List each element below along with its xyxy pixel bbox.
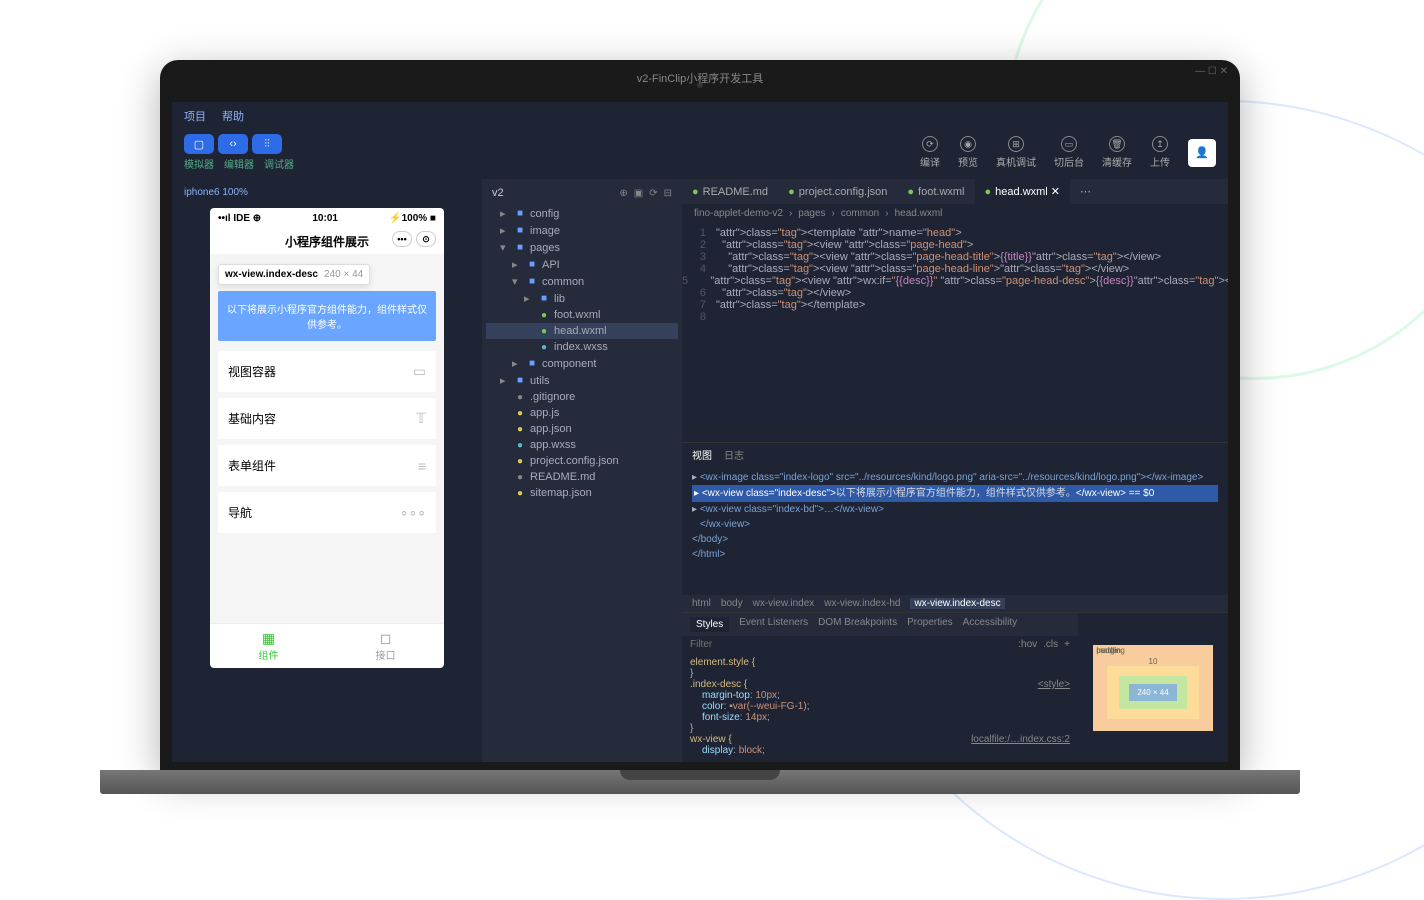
folder-lib[interactable]: ▸■lib xyxy=(486,290,678,307)
folder-config[interactable]: ▸■config xyxy=(486,205,678,222)
dom-crumb[interactable]: html xyxy=(692,598,711,609)
btn-compile[interactable]: ⟳编译 xyxy=(920,136,940,169)
capsule-menu[interactable]: ••• xyxy=(392,231,412,247)
editor-tab[interactable]: ● project.config.json xyxy=(778,179,897,204)
styles-tab[interactable]: DOM Breakpoints xyxy=(818,617,897,632)
simulator-panel: iphone6 100% ••ıl IDE ⊕ 10:01 ⚡100% ■ 小程… xyxy=(172,179,482,762)
file-explorer: v2 ⊕ ▣ ⟳ ⊟ ▸■config▸■image▾■pages▸■API▾■… xyxy=(482,179,682,762)
file-app.json[interactable]: ●app.json xyxy=(486,421,678,437)
editor-tab[interactable]: ● foot.wxml xyxy=(897,179,974,204)
box-model: margin 10 border padding 240 × 44 xyxy=(1078,613,1228,762)
window-title: v2-FinClip小程序开发工具 xyxy=(160,68,1240,88)
pill-debugger[interactable]: ⫶⫶ xyxy=(252,134,282,154)
phone-frame: ••ıl IDE ⊕ 10:01 ⚡100% ■ 小程序组件展示 ••• ⊙ xyxy=(210,208,444,668)
dom-tree[interactable]: ▸ <wx-image class="index-logo" src="../r… xyxy=(682,466,1228,595)
devtools-tab-view[interactable]: 视图 xyxy=(692,447,712,462)
new-file-icon[interactable]: ⊕ xyxy=(619,188,627,199)
devtools-breadcrumbs[interactable]: html body wx-view.index wx-view.index-hd wx-… xyxy=(682,595,1228,612)
folder-pages[interactable]: ▾■pages xyxy=(486,239,678,256)
editor-tab[interactable]: ● head.wxml ✕ xyxy=(975,179,1071,204)
styles-filter-input[interactable] xyxy=(690,639,1012,650)
menubar: 项目 帮助 xyxy=(172,102,1228,130)
folder-utils[interactable]: ▸■utils xyxy=(486,372,678,389)
folder-common[interactable]: ▾■common xyxy=(486,273,678,290)
styles-tab[interactable]: Accessibility xyxy=(963,617,1017,632)
file-project.config.json[interactable]: ●project.config.json xyxy=(486,453,678,469)
phone-title: 小程序组件展示 ••• ⊙ xyxy=(210,229,444,254)
file-sitemap.json[interactable]: ●sitemap.json xyxy=(486,485,678,501)
folder-component[interactable]: ▸■component xyxy=(486,355,678,372)
laptop-frame: v2-FinClip小程序开发工具 — ☐ ✕ 项目 帮助 ▢ ‹› ⫶⫶ 模拟… xyxy=(160,60,1240,794)
devtools-tab-log[interactable]: 日志 xyxy=(724,447,744,462)
new-folder-icon[interactable]: ▣ xyxy=(634,188,643,199)
editor-tab[interactable]: ● README.md xyxy=(682,179,778,204)
app-window: v2-FinClip小程序开发工具 — ☐ ✕ 项目 帮助 ▢ ‹› ⫶⫶ 模拟… xyxy=(172,102,1228,762)
pill-label-sim: 模拟器 xyxy=(184,156,214,171)
tabs-more[interactable]: ⋯ xyxy=(1070,179,1101,204)
phone-tab-components[interactable]: ▦组件 xyxy=(210,624,327,668)
editor-tabs: ● README.md● project.config.json● foot.w… xyxy=(682,179,1228,204)
code-editor[interactable]: 1"attr">class="tag"><template "attr">nam… xyxy=(682,223,1228,442)
sim-menu-item[interactable]: 视图容器▭ xyxy=(218,351,436,392)
file-foot.wxml[interactable]: ●foot.wxml xyxy=(486,307,678,323)
menu-help[interactable]: 帮助 xyxy=(222,108,244,124)
styles-tab[interactable]: Properties xyxy=(907,617,953,632)
collapse-icon[interactable]: ⊟ xyxy=(664,188,672,199)
file-app.wxss[interactable]: ●app.wxss xyxy=(486,437,678,453)
sim-menu-item[interactable]: 导航∘∘∘ xyxy=(218,492,436,533)
window-controls[interactable]: — ☐ ✕ xyxy=(1195,66,1228,77)
breadcrumbs[interactable]: fino-applet-demo-v2›pages›common›head.wx… xyxy=(682,204,1228,223)
styles-tabs[interactable]: Styles Event Listeners DOM Breakpoints Prop… xyxy=(682,613,1078,636)
pill-simulator[interactable]: ▢ xyxy=(184,134,214,154)
dom-crumb[interactable]: body xyxy=(721,598,743,609)
tree-root[interactable]: v2 xyxy=(492,187,504,199)
sim-menu-item[interactable]: 表单组件≡ xyxy=(218,445,436,486)
pill-label-debugger: 调试器 xyxy=(264,156,294,171)
device-info[interactable]: iphone6 100% xyxy=(180,185,474,208)
file-.gitignore[interactable]: ●.gitignore xyxy=(486,389,678,405)
sim-menu-item[interactable]: 基础内容𝕋 xyxy=(218,398,436,439)
inspect-tooltip: wx-view.index-desc 240 × 44 xyxy=(218,264,370,285)
hov-toggle[interactable]: :hov xyxy=(1018,639,1037,650)
file-README.md[interactable]: ●README.md xyxy=(486,469,678,485)
dom-crumb[interactable]: wx-view.index xyxy=(753,598,815,609)
btn-background[interactable]: ▭切后台 xyxy=(1054,136,1084,169)
file-index.wxss[interactable]: ●index.wxss xyxy=(486,339,678,355)
dom-crumb[interactable]: wx-view.index-desc xyxy=(910,598,1004,609)
file-head.wxml[interactable]: ●head.wxml xyxy=(486,323,678,339)
selected-element[interactable]: 以下将展示小程序官方组件能力，组件样式仅供参考。 xyxy=(218,291,436,341)
file-app.js[interactable]: ●app.js xyxy=(486,405,678,421)
folder-image[interactable]: ▸■image xyxy=(486,222,678,239)
cls-toggle[interactable]: .cls xyxy=(1043,639,1058,650)
styles-tab[interactable]: Event Listeners xyxy=(739,617,808,632)
folder-API[interactable]: ▸■API xyxy=(486,256,678,273)
phone-statusbar: ••ıl IDE ⊕ 10:01 ⚡100% ■ xyxy=(210,208,444,229)
refresh-icon[interactable]: ⟳ xyxy=(649,188,657,199)
styles-tab[interactable]: Styles xyxy=(690,617,729,632)
btn-preview[interactable]: ◉预览 xyxy=(958,136,978,169)
capsule-close[interactable]: ⊙ xyxy=(416,231,436,247)
user-avatar[interactable]: 👤 xyxy=(1188,139,1216,167)
menu-project[interactable]: 项目 xyxy=(184,108,206,124)
pill-editor[interactable]: ‹› xyxy=(218,134,248,154)
btn-clear[interactable]: 🗑清缓存 xyxy=(1102,136,1132,169)
css-rules[interactable]: element.style { } <style>.index-desc { m… xyxy=(682,653,1078,762)
add-rule-icon[interactable]: + xyxy=(1064,639,1070,650)
pill-label-editor: 编辑器 xyxy=(224,156,254,171)
phone-tab-api[interactable]: ◻接口 xyxy=(327,624,444,668)
btn-upload[interactable]: ↥上传 xyxy=(1150,136,1170,169)
devtools-panel: 视图 日志 ▸ <wx-image class="index-logo" src… xyxy=(682,442,1228,762)
btn-remote[interactable]: ⊞真机调试 xyxy=(996,136,1036,169)
dom-crumb[interactable]: wx-view.index-hd xyxy=(824,598,900,609)
toolbar: ▢ ‹› ⫶⫶ 模拟器 编辑器 调试器 ⟳编译 ◉预览 ⊞真机调试 ▭切后台 xyxy=(172,130,1228,179)
